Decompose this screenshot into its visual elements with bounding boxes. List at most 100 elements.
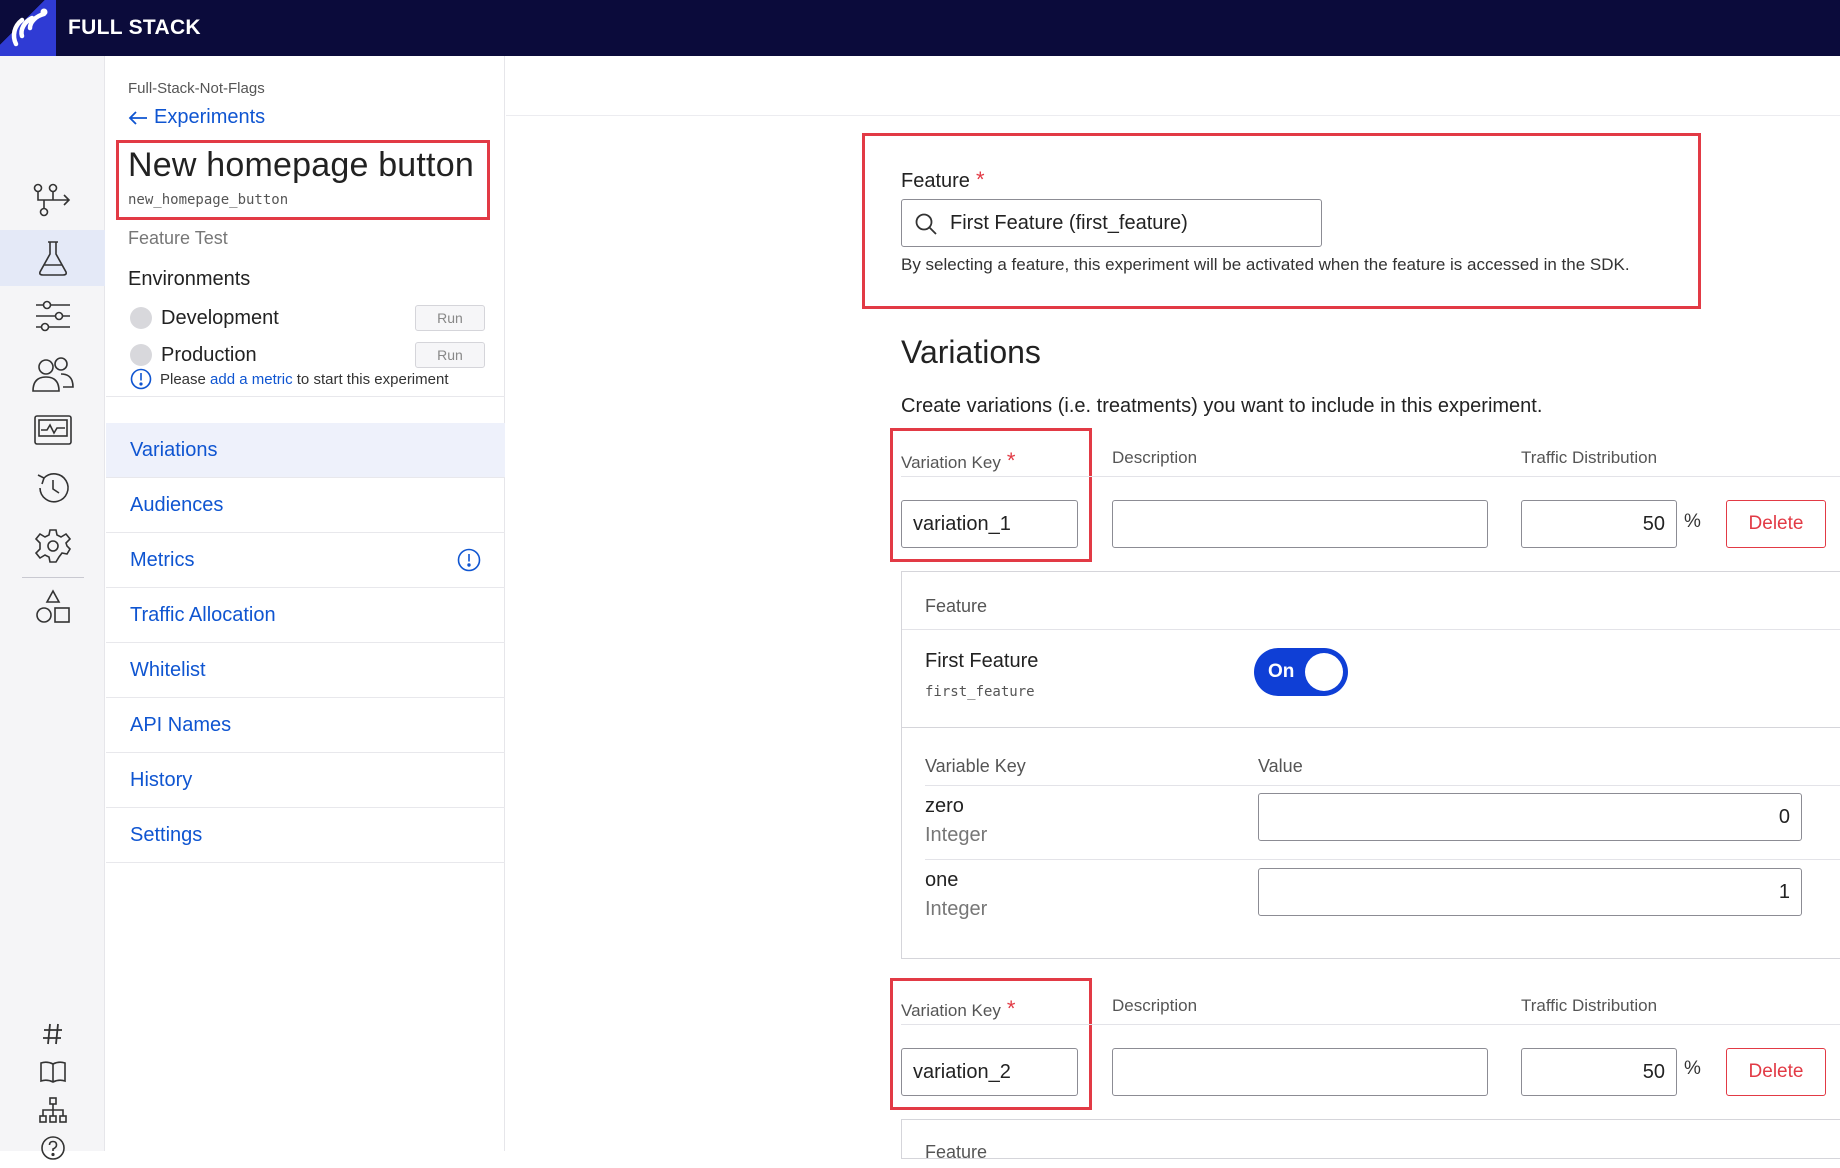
variation-key-input[interactable]: variation_2 — [901, 1048, 1078, 1096]
nav-item-api-names[interactable]: API Names — [106, 698, 505, 753]
experiment-type: Feature Test — [128, 228, 228, 248]
warning-icon — [457, 548, 481, 572]
info-icon — [130, 368, 152, 390]
percent-sign: % — [1684, 1058, 1701, 1079]
percent-sign: % — [1684, 511, 1701, 532]
variable-name: zero — [925, 795, 964, 817]
feature-help-text: By selecting a feature, this experiment … — [901, 255, 1630, 274]
feature-field-label: Feature * — [901, 167, 985, 192]
feature-select-input[interactable]: First Feature (first_feature) — [901, 199, 1322, 247]
nav-item-settings[interactable]: Settings — [106, 808, 505, 863]
traffic-distribution-input[interactable]: 50 — [1521, 1048, 1677, 1096]
top-bar: FULL STACK — [0, 0, 1840, 56]
environment-name: Development — [161, 306, 279, 329]
divider — [902, 629, 1840, 630]
environment-row-production: Production Run — [130, 340, 485, 370]
arrow-left-icon — [128, 110, 147, 125]
environments-heading: Environments — [128, 268, 251, 290]
variation-key-column-label: Variation Key * — [901, 448, 1016, 473]
variation-description-input[interactable] — [1112, 1048, 1488, 1096]
nav-item-variations[interactable]: Variations — [106, 423, 505, 478]
feature-card-label: Feature — [925, 596, 988, 616]
users-icon[interactable] — [0, 346, 105, 402]
nav-item-whitelist[interactable]: Whitelist — [106, 643, 505, 698]
variations-title: Variations — [901, 334, 1041, 370]
run-production-button[interactable]: Run — [415, 342, 485, 368]
monitor-icon[interactable] — [0, 402, 105, 458]
variation-feature-card: Feature First Feature first_feature On V… — [901, 571, 1840, 959]
divider — [925, 785, 1840, 786]
icon-rail — [0, 56, 105, 1160]
environment-status-dot — [130, 344, 152, 366]
run-development-button[interactable]: Run — [415, 305, 485, 331]
nav-item-history[interactable]: History — [106, 753, 505, 808]
variable-name: one — [925, 869, 959, 891]
divider — [901, 476, 1840, 477]
hint-suffix: to start this experiment — [292, 370, 449, 388]
history-icon[interactable] — [0, 460, 105, 516]
experiment-nav-panel: Full-Stack-Not-Flags Experiments New hom… — [106, 56, 505, 1151]
variation-key-column-label: Variation Key * — [901, 996, 1016, 1021]
metric-hint: Please add a metric to start this experi… — [130, 368, 449, 390]
traffic-column-label: Traffic Distribution — [1521, 996, 1658, 1015]
nav-item-audiences[interactable]: Audiences — [106, 478, 505, 533]
feature-name: First Feature — [925, 650, 1039, 672]
traffic-column-label: Traffic Distribution — [1521, 448, 1658, 467]
value-column-label: Value — [1258, 756, 1303, 776]
environment-row-development: Development Run — [130, 303, 485, 333]
brand-logo-icon[interactable] — [0, 0, 56, 56]
page-title: New homepage button — [128, 146, 474, 184]
rail-divider — [22, 577, 84, 578]
feature-key: first_feature — [925, 684, 1035, 700]
back-link-label: Experiments — [154, 106, 266, 128]
variable-value-input[interactable]: 1 — [1258, 868, 1802, 916]
search-icon — [915, 213, 937, 235]
shapes-icon[interactable] — [0, 579, 105, 635]
environment-name: Production — [161, 343, 257, 366]
main-header — [506, 56, 1840, 116]
sliders-icon[interactable] — [0, 288, 105, 344]
traffic-distribution-input[interactable]: 50 — [1521, 500, 1677, 548]
divider — [925, 859, 1840, 860]
sitemap-icon[interactable] — [0, 1090, 105, 1130]
variable-type: Integer — [925, 824, 988, 846]
add-metric-link[interactable]: add a metric — [210, 371, 293, 388]
environment-status-dot — [130, 307, 152, 329]
flask-icon[interactable] — [0, 230, 105, 286]
variable-key-column-label: Variable Key — [925, 756, 1026, 776]
variable-type: Integer — [925, 898, 988, 920]
divider — [901, 1024, 1840, 1025]
feature-card-label: Feature — [925, 1142, 988, 1162]
nav-item-metrics[interactable]: Metrics — [106, 533, 505, 588]
nav-item-label: Metrics — [130, 548, 195, 571]
divider — [902, 727, 1840, 728]
variable-value-input[interactable]: 0 — [1258, 793, 1802, 841]
gear-icon[interactable] — [0, 518, 105, 574]
required-marker: * — [975, 167, 985, 192]
toggle-knob — [1305, 653, 1343, 691]
divider — [106, 396, 505, 397]
nav-item-traffic-allocation[interactable]: Traffic Allocation — [106, 588, 505, 643]
help-icon[interactable] — [0, 1128, 105, 1168]
feature-toggle[interactable]: On — [1254, 648, 1348, 696]
variations-description: Create variations (i.e. treatments) you … — [901, 395, 1543, 417]
delete-variation-button[interactable]: Delete — [1726, 1048, 1826, 1096]
flags-icon[interactable] — [0, 172, 105, 228]
book-icon[interactable] — [0, 1052, 105, 1092]
hash-icon[interactable] — [0, 1014, 105, 1054]
delete-variation-button[interactable]: Delete — [1726, 500, 1826, 548]
variation-key-input[interactable]: variation_1 — [901, 500, 1078, 548]
experiment-key: new_homepage_button — [128, 192, 289, 208]
brand-name: FULL STACK — [68, 16, 201, 39]
description-column-label: Description — [1112, 996, 1198, 1015]
required-marker: * — [1006, 996, 1016, 1021]
variation-description-input[interactable] — [1112, 500, 1488, 548]
toggle-label: On — [1268, 661, 1295, 682]
description-column-label: Description — [1112, 448, 1198, 467]
feature-select-value: First Feature (first_feature) — [950, 211, 1188, 234]
back-to-experiments-link[interactable]: Experiments — [128, 106, 265, 129]
breadcrumb-project[interactable]: Full-Stack-Not-Flags — [128, 80, 265, 97]
required-marker: * — [1006, 448, 1016, 473]
variation-feature-card: Feature — [901, 1119, 1840, 1162]
hint-prefix: Please — [160, 370, 211, 388]
